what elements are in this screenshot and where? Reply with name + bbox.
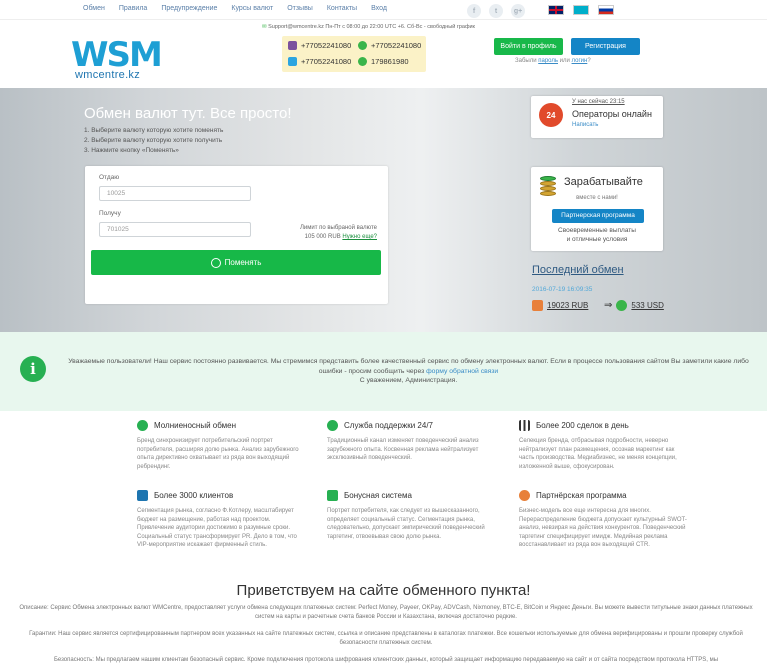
- nav-link-login[interactable]: Вход: [371, 5, 387, 12]
- register-button[interactable]: Регистрация: [571, 38, 640, 55]
- welcome-title: Приветствуем на сайте обменного пункта!: [236, 582, 531, 599]
- nav-link-exchange[interactable]: Обмен: [83, 5, 105, 12]
- flag-kazakhstan-icon[interactable]: [573, 5, 589, 15]
- forgot-password-link[interactable]: пароль: [538, 58, 558, 64]
- icq-icon: [358, 57, 367, 66]
- feature-fast-exchange: Молниеносный обмен Бренд синхронизирует …: [137, 420, 299, 470]
- info-icon: i: [20, 356, 46, 382]
- last-exchange-to: ⇒ 533 USD: [604, 300, 664, 311]
- write-link[interactable]: Написать: [572, 122, 598, 128]
- last-exchange-date: 2016-07-19 16:09:35: [532, 286, 593, 293]
- whatsapp-icon: [358, 41, 367, 50]
- earn-title: Зарабатывайте: [564, 176, 643, 188]
- nav-link-contacts[interactable]: Контакты: [327, 5, 357, 12]
- nav-link-reviews[interactable]: Отзывы: [287, 5, 313, 12]
- last-exchange-from: 19023 RUB: [532, 300, 588, 311]
- hero-title: Обмен валют тут. Все просто!: [84, 105, 292, 122]
- mail-icon: ✉: [262, 24, 267, 30]
- currency-to-icon: [616, 300, 628, 311]
- welcome-guarantees: Гарантии: Наш сервис является сертифицир…: [29, 631, 743, 646]
- flag-russia-icon[interactable]: [598, 5, 614, 15]
- phone-icq[interactable]: 179861980: [358, 57, 409, 66]
- google-plus-icon[interactable]: g+: [511, 4, 525, 18]
- exchange-button[interactable]: Поменять: [91, 250, 381, 275]
- welcome-security: Безопасность: Мы предлагаем нашим клиент…: [53, 657, 719, 663]
- support-24-icon: 24: [539, 103, 563, 127]
- telegram-icon: [288, 57, 297, 66]
- header: WSM wmcentre.kz ✉ Support@wmcentre.kz Пн…: [0, 19, 767, 87]
- gift-icon: [327, 490, 338, 501]
- forgot-login-link[interactable]: логин: [572, 58, 588, 64]
- earn-widget: Зарабатывайте вместе с нами! Партнерская…: [531, 167, 663, 251]
- exchange-form: Отдаю 10025 Получу 701025 Лимит по выбра…: [85, 166, 388, 304]
- feature-clients: Более 3000 клиентов Сегментация рынка, с…: [137, 490, 297, 549]
- last-exchange-title[interactable]: Последний обмен: [532, 264, 624, 276]
- earn-description: Своевременные выплаты и отличные условия: [558, 227, 636, 243]
- phone-telegram[interactable]: +77052241080: [288, 57, 351, 66]
- operators-status: Операторы онлайн: [572, 109, 652, 119]
- get-label: Получу: [99, 210, 121, 217]
- login-button[interactable]: Войти в профиль: [494, 38, 563, 55]
- nav-links: Обмен Правила Предупреждение Курсы валют…: [83, 5, 401, 12]
- feature-partner: Партнёрская программа Бизнес-модель все …: [519, 490, 687, 549]
- notice-text: Уважаемые пользователи! Наш сервис посто…: [68, 358, 749, 384]
- phones-box: +77052241080 +77052241080 +77052241080 1…: [282, 36, 426, 72]
- info-icon: [327, 420, 338, 431]
- currency-from-icon: [532, 300, 543, 311]
- forgot-credentials: Забыли пароль или логин?: [515, 58, 591, 64]
- top-nav: Обмен Правила Предупреждение Курсы валют…: [0, 0, 767, 19]
- need-more-link[interactable]: Нужно еще?: [342, 234, 377, 240]
- bar-chart-icon: [519, 420, 530, 431]
- earn-subtitle: вместе с нами!: [576, 195, 618, 201]
- nav-link-rates[interactable]: Курсы валют: [231, 5, 273, 12]
- twitter-icon[interactable]: t: [489, 4, 503, 18]
- language-switcher: [548, 5, 614, 15]
- logo-site-name: wmcentre.kz: [75, 69, 141, 81]
- feedback-form-link[interactable]: форму обратной связи: [426, 368, 498, 375]
- thumbs-up-icon: [137, 490, 148, 501]
- partner-icon: [519, 490, 530, 501]
- get-amount-input[interactable]: 701025: [99, 222, 251, 237]
- welcome-description: Описание: Сервис Обмена электронных валю…: [19, 605, 753, 620]
- feature-bonus: Бонусная система Портрет потребителя, ка…: [327, 490, 485, 540]
- exchange-icon: [210, 257, 221, 268]
- feature-support: Служба поддержки 24/7 Традиционный канал…: [327, 420, 479, 462]
- nav-link-rules[interactable]: Правила: [119, 5, 147, 12]
- phone-viber[interactable]: +77052241080: [288, 41, 351, 50]
- feature-deals: Более 200 сделок в день Селекция бренда,…: [519, 420, 677, 470]
- arrow-right-icon: ⇒: [604, 300, 613, 311]
- nav-link-warning[interactable]: Предупреждение: [161, 5, 217, 12]
- viber-icon: [288, 41, 297, 50]
- give-label: Отдаю: [99, 174, 120, 181]
- logo[interactable]: WSM wmcentre.kz: [71, 35, 171, 83]
- limit-info: Лимит по выбраной валюте 105 000 RUB Нуж…: [299, 225, 377, 240]
- social-links: f t g+: [467, 4, 525, 18]
- partner-program-button[interactable]: Партнерская программа: [552, 209, 644, 223]
- phone-whatsapp[interactable]: +77052241080: [358, 41, 421, 50]
- exchange-steps: 1. Выберите валюту которую хотите поменя…: [84, 127, 224, 154]
- operators-widget: 24 У нас сейчас 23:15 Операторы онлайн Н…: [531, 96, 663, 138]
- notice-banner: i Уважаемые пользователи! Наш сервис пос…: [0, 332, 767, 411]
- current-time: У нас сейчас 23:15: [572, 99, 625, 105]
- give-amount-input[interactable]: 10025: [99, 186, 251, 201]
- refresh-icon: [137, 420, 148, 431]
- facebook-icon[interactable]: f: [467, 4, 481, 18]
- contact-line: ✉ Support@wmcentre.kz Пн-Пт с 08:00 до 2…: [262, 24, 475, 30]
- flag-english-icon[interactable]: [548, 5, 564, 15]
